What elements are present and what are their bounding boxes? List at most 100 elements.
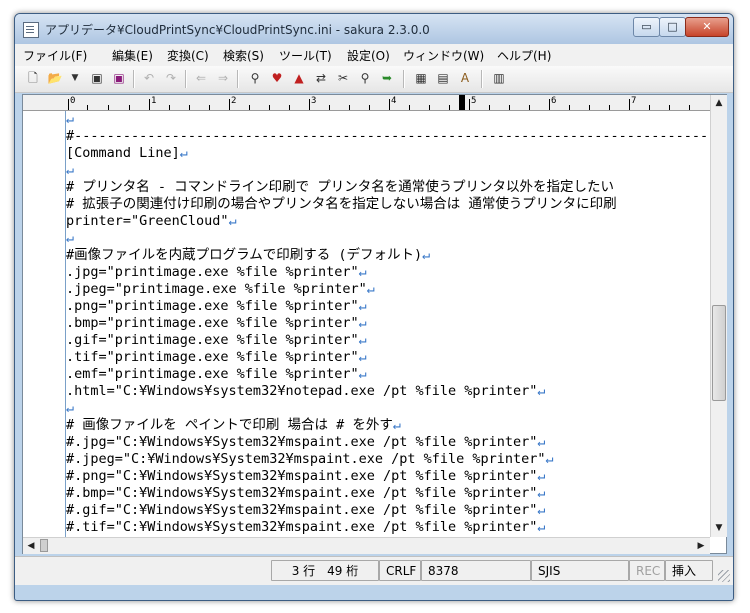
- code-line: 73#.jpeg="C:¥Windows¥System32¥mspaint.ex…: [66, 451, 554, 467]
- code-line: 65.bmp="printimage.exe %file %printer"↵: [66, 315, 367, 331]
- eol-mark: ↵: [358, 349, 367, 365]
- redo-icon[interactable]: ↷: [163, 70, 179, 86]
- code-line: 74#.png="C:¥Windows¥System32¥mspaint.exe…: [66, 468, 546, 484]
- app-window: アプリデータ¥CloudPrintSync¥CloudPrintSync.ini…: [14, 13, 734, 601]
- status-eol[interactable]: CRLF: [379, 560, 421, 581]
- eol-mark: ↵: [422, 247, 431, 263]
- eol-mark: ↵: [358, 332, 367, 348]
- scroll-right-icon[interactable]: ▶: [693, 539, 709, 553]
- font-icon[interactable]: A: [457, 70, 473, 86]
- scroll-left-icon[interactable]: ◀: [23, 539, 39, 553]
- menu-bar: ファイル(F) 編集(E) 変換(C) 検索(S) ツール(T) 設定(O) ウ…: [15, 44, 733, 66]
- eol-mark: ↵: [537, 468, 546, 484]
- undo-icon[interactable]: ↶: [141, 70, 157, 86]
- app-icon[interactable]: [23, 22, 39, 38]
- status-char-code[interactable]: 8378: [421, 560, 531, 581]
- code-line: 64.png="printimage.exe %file %printer"↵: [66, 298, 367, 314]
- code-line: 60↵: [66, 230, 74, 247]
- status-bar: 3 行 49 桁 CRLF 8378 SJIS REC 挿入: [15, 556, 733, 585]
- vertical-scrollbar[interactable]: ▲ ▼: [710, 95, 727, 537]
- eol-mark: ↵: [537, 434, 546, 450]
- text-area[interactable]: 53↵ 54#---------------------------------…: [66, 111, 710, 537]
- menu-file[interactable]: ファイル(F): [23, 47, 87, 64]
- code-line: 53↵: [66, 111, 74, 128]
- code-line: 77#.tif="C:¥Windows¥System32¥mspaint.exe…: [66, 519, 546, 535]
- menu-convert[interactable]: 変換(C): [167, 47, 209, 64]
- clear-search-icon[interactable]: ✂: [335, 70, 351, 86]
- new-file-icon[interactable]: 🗋: [25, 70, 41, 86]
- ruler-label: 3: [311, 96, 317, 106]
- horizontal-scrollbar[interactable]: ◀ ▶: [23, 537, 710, 554]
- menu-edit[interactable]: 編集(E): [112, 47, 153, 64]
- menu-tools[interactable]: ツール(T): [279, 47, 332, 64]
- save-all-icon[interactable]: ▣: [111, 70, 127, 86]
- line-number-gutter[interactable]: [23, 111, 66, 537]
- code-line: 66.gif="printimage.exe %file %printer"↵: [66, 332, 367, 348]
- minimize-button[interactable]: ▭: [633, 17, 660, 37]
- maximize-button[interactable]: □: [659, 17, 686, 37]
- code-line: 56↵: [66, 162, 74, 179]
- ruler-label: 4: [391, 96, 397, 106]
- code-line: 72#.jpg="C:¥Windows¥System32¥mspaint.exe…: [66, 434, 546, 450]
- code-line: 55[Command Line]↵: [66, 145, 188, 161]
- code-line: 59printer="GreenCloud"↵: [66, 213, 237, 229]
- menu-settings[interactable]: 設定(O): [347, 47, 390, 64]
- grep-icon[interactable]: ⚲: [357, 70, 373, 86]
- open-file-icon[interactable]: 📂: [47, 70, 63, 86]
- eol-mark: ↵: [358, 315, 367, 331]
- eol-mark: ↵: [537, 519, 546, 535]
- eol-mark: ↵: [66, 400, 75, 416]
- ruler-label: 6: [551, 96, 557, 106]
- code-line: 57# プリンタ名 - コマンドライン印刷で プリンタ名を通常使うプリンタ以外を…: [66, 179, 614, 195]
- menu-search[interactable]: 検索(S): [223, 47, 264, 64]
- eol-mark: ↵: [66, 230, 75, 246]
- code-line: 67.tif="printimage.exe %file %printer"↵: [66, 349, 367, 365]
- menu-window[interactable]: ウィンドウ(W): [403, 47, 484, 64]
- dropdown-icon[interactable]: ▼: [67, 70, 83, 86]
- code-line: 70↵: [66, 400, 74, 417]
- scroll-down-icon[interactable]: ▼: [712, 520, 726, 536]
- ruler[interactable]: 0 1 2 3 4 5 6 7: [23, 95, 710, 111]
- replace-icon[interactable]: ⇄: [313, 70, 329, 86]
- outline-icon[interactable]: ▦: [413, 70, 429, 86]
- eol-mark: ↵: [366, 281, 375, 297]
- status-rec[interactable]: REC: [629, 560, 665, 581]
- window-list-icon[interactable]: ▥: [491, 70, 507, 86]
- eol-mark: ↵: [537, 485, 546, 501]
- scroll-up-icon[interactable]: ▲: [712, 95, 726, 111]
- ruler-label: 5: [471, 96, 477, 106]
- eol-mark: ↵: [537, 502, 546, 518]
- title-bar[interactable]: アプリデータ¥CloudPrintSync¥CloudPrintSync.ini…: [15, 14, 733, 44]
- jump-icon[interactable]: ➥: [379, 70, 395, 86]
- ruler-label: 7: [631, 96, 637, 106]
- code-line: 68.emf="printimage.exe %file %printer"↵: [66, 366, 367, 382]
- status-insert-mode[interactable]: 挿入: [665, 560, 713, 581]
- code-line: 58# 拡張子の関連付け印刷の場合やプリンタ名を指定しない場合は 通常使うプリン…: [66, 196, 617, 212]
- ruler-label: 0: [70, 96, 76, 106]
- ruler-label: 1: [151, 96, 157, 106]
- settings-icon[interactable]: ▤: [435, 70, 451, 86]
- code-line: 69.html="C:¥Windows¥system32¥notepad.exe…: [66, 383, 546, 399]
- eol-mark: ↵: [358, 366, 367, 382]
- code-line: 62.jpg="printimage.exe %file %printer"↵: [66, 264, 367, 280]
- search-icon[interactable]: ⚲: [247, 70, 263, 86]
- menu-help[interactable]: ヘルプ(H): [497, 47, 551, 64]
- eol-mark: ↵: [358, 298, 367, 314]
- ruler-cursor-marker: [459, 95, 465, 110]
- horizontal-scroll-thumb[interactable]: [40, 539, 48, 552]
- editor-frame: 0 1 2 3 4 5 6 7 ↵ #---------------------…: [22, 94, 727, 554]
- close-button[interactable]: ✕: [685, 17, 729, 37]
- ruler-label: 2: [231, 96, 237, 106]
- save-icon[interactable]: ▣: [89, 70, 105, 86]
- status-caret-position[interactable]: 3 行 49 桁: [271, 560, 379, 581]
- eol-mark: ↵: [228, 213, 237, 229]
- eol-mark: ↵: [392, 417, 402, 433]
- back-icon[interactable]: ⇐: [193, 70, 209, 86]
- status-encoding[interactable]: SJIS: [531, 560, 629, 581]
- vertical-scroll-thumb[interactable]: [712, 305, 726, 401]
- forward-icon[interactable]: ⇒: [215, 70, 231, 86]
- window-title: アプリデータ¥CloudPrintSync¥CloudPrintSync.ini…: [45, 23, 430, 37]
- search-next-icon[interactable]: ♥: [269, 70, 285, 86]
- resize-grip[interactable]: [718, 570, 730, 582]
- search-prev-icon[interactable]: ▲: [291, 70, 307, 86]
